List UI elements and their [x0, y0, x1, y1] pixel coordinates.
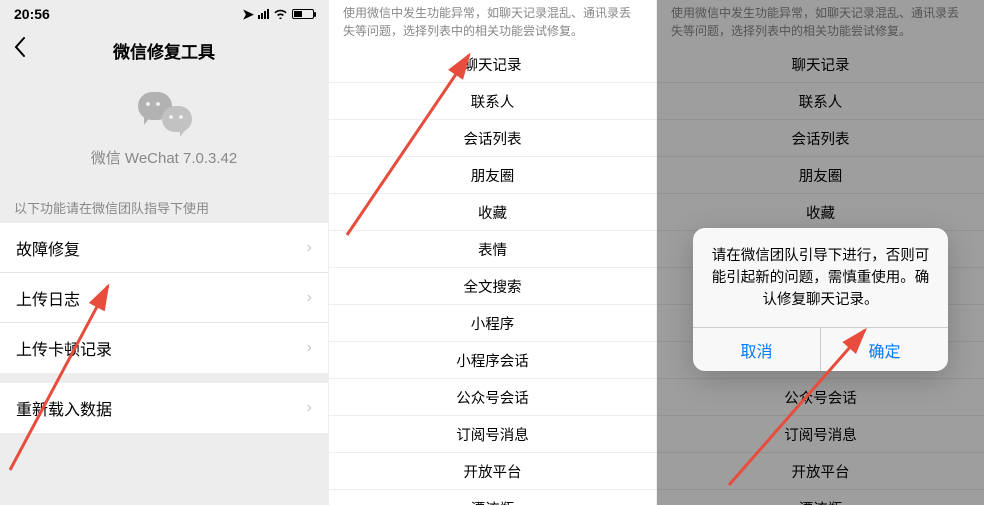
pane-repair-confirm: 使用微信中发生功能异常，如聊天记录混乱、通讯录丢失等问题，选择列表中的相关功能尝… [656, 0, 984, 505]
repair-option[interactable]: 漂流瓶 [329, 490, 656, 505]
repair-option[interactable]: 全文搜索 [329, 268, 656, 305]
row-reload-data[interactable]: 重新载入数据 › [0, 383, 328, 433]
repair-option[interactable]: 会话列表 [329, 120, 656, 157]
group-gap [0, 373, 328, 383]
row-upload-lag[interactable]: 上传卡顿记录 › [0, 323, 328, 373]
instructions: 使用微信中发生功能异常，如聊天记录混乱、通讯录丢失等问题，选择列表中的相关功能尝… [329, 0, 656, 46]
repair-option[interactable]: 小程序 [329, 305, 656, 342]
dialog-message: 请在微信团队引导下进行，否则可能引起新的问题，需慎重使用。确认修复聊天记录。 [693, 228, 948, 327]
row-label: 上传日志 [16, 286, 307, 310]
version-label: 微信 WeChat 7.0.3.42 [0, 147, 328, 168]
status-bar: 20:56 ➤ [0, 0, 328, 28]
repair-option[interactable]: 聊天记录 [329, 46, 656, 83]
repair-option[interactable]: 联系人 [329, 83, 656, 120]
repair-option[interactable]: 开放平台 [329, 453, 656, 490]
list-group-2: 重新载入数据 › [0, 383, 328, 433]
status-right: ➤ [242, 6, 314, 23]
repair-option[interactable]: 收藏 [329, 194, 656, 231]
repair-option[interactable]: 订阅号消息 [329, 416, 656, 453]
pane-repair-tool-home: 20:56 ➤ 微信修复工具 微信 WeChat 7.0.3.42 以下功能请在… [0, 0, 328, 505]
wifi-icon [273, 6, 288, 22]
section-hint: 以下功能请在微信团队指导下使用 [0, 184, 328, 223]
repair-option[interactable]: 小程序会话 [329, 342, 656, 379]
repair-option[interactable]: 朋友圈 [329, 157, 656, 194]
row-label: 重新载入数据 [16, 396, 307, 420]
row-label: 故障修复 [16, 236, 307, 260]
list-group-1: 故障修复 › 上传日志 › 上传卡顿记录 › [0, 223, 328, 373]
option-list: 聊天记录联系人会话列表朋友圈收藏表情全文搜索小程序小程序会话公众号会话订阅号消息… [329, 46, 656, 505]
repair-option[interactable]: 公众号会话 [329, 379, 656, 416]
nav-bar: 微信修复工具 [0, 28, 328, 72]
status-time: 20:56 [14, 6, 50, 22]
chevron-right-icon: › [307, 239, 312, 257]
battery-icon [292, 9, 314, 19]
repair-option[interactable]: 表情 [329, 231, 656, 268]
dialog-buttons: 取消 确定 [693, 327, 948, 371]
signal-icon [258, 9, 269, 19]
row-fault-repair[interactable]: 故障修复 › [0, 223, 328, 273]
page-title: 微信修复工具 [10, 38, 318, 63]
hero: 微信 WeChat 7.0.3.42 [0, 72, 328, 184]
pane-repair-options: 使用微信中发生功能异常，如聊天记录混乱、通讯录丢失等问题，选择列表中的相关功能尝… [328, 0, 656, 505]
chevron-right-icon: › [307, 339, 312, 357]
cancel-button[interactable]: 取消 [693, 328, 820, 371]
chevron-right-icon: › [307, 289, 312, 307]
chevron-right-icon: › [307, 399, 312, 417]
row-label: 上传卡顿记录 [16, 336, 307, 360]
wechat-icon [136, 90, 192, 136]
location-arrow-icon: ➤ [242, 6, 254, 23]
confirm-button[interactable]: 确定 [820, 328, 948, 371]
confirm-dialog: 请在微信团队引导下进行，否则可能引起新的问题，需慎重使用。确认修复聊天记录。 取… [693, 228, 948, 371]
row-upload-log[interactable]: 上传日志 › [0, 273, 328, 323]
